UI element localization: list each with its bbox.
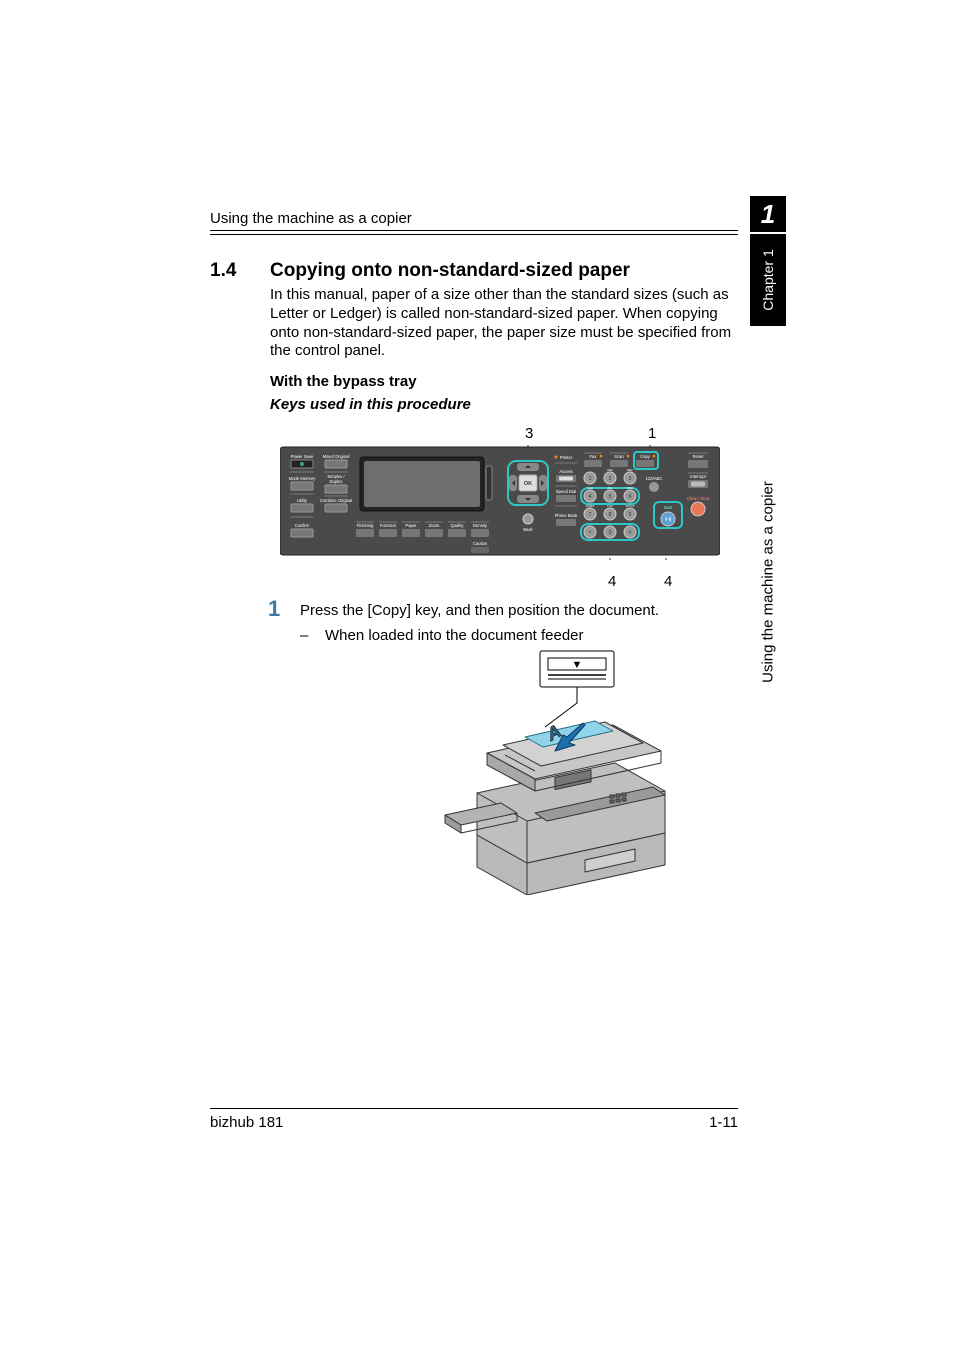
svg-text:Finishing: Finishing — [357, 523, 374, 528]
svg-text:0: 0 — [609, 530, 612, 536]
running-head-block: Using the machine as a copier — [210, 210, 738, 235]
running-head-text: Using the machine as a copier — [210, 210, 738, 227]
svg-text:2: 2 — [609, 476, 612, 482]
label-access: Access — [559, 469, 573, 474]
label-start: Start — [664, 505, 674, 510]
label-interrupt: Interrupt — [690, 474, 706, 479]
svg-text:Duplex: Duplex — [329, 479, 343, 484]
section-number: 1.4 — [210, 260, 236, 282]
svg-text:7: 7 — [589, 512, 592, 518]
section-title: Copying onto non-standard-sized paper — [270, 260, 630, 282]
svg-text:Paper: Paper — [405, 523, 417, 528]
callout-4b: 4 — [664, 573, 672, 590]
label-phone-book: Phone Book — [555, 513, 579, 518]
label-utility: Utility — [297, 498, 308, 503]
label-mode-memory: Mode Memory — [289, 476, 317, 481]
svg-text:#: # — [629, 530, 632, 536]
svg-text:6: 6 — [629, 494, 632, 500]
chapter-side-tab: Chapter 1 — [750, 234, 786, 326]
svg-text:ABC: ABC — [607, 468, 614, 472]
svg-text:WXYZ: WXYZ — [626, 504, 635, 508]
svg-text:TUV: TUV — [607, 504, 613, 508]
svg-text:3: 3 — [629, 476, 632, 482]
svg-text:9: 9 — [629, 512, 632, 518]
label-power-save: Power Save — [291, 454, 314, 459]
label-confirm: Confirm — [295, 523, 310, 528]
label-fax: Fax — [590, 454, 598, 459]
page: Using the machine as a copier 1 Chapter … — [0, 0, 954, 1350]
chapter-number-tab: 1 — [750, 196, 786, 232]
label-copy: Copy — [640, 454, 651, 459]
svg-text:MNO: MNO — [627, 486, 635, 490]
label-printer: Printer — [560, 455, 573, 460]
btn-density: Density — [471, 523, 489, 537]
section-side-label: Using the machine as a copier — [750, 332, 786, 582]
step-1-text: Press the [Copy] key, and then position … — [300, 602, 659, 619]
label-back: Back — [523, 527, 533, 532]
footer-rule — [210, 1108, 738, 1109]
document-feeder-illustration: ▼ — [435, 645, 695, 895]
keypad: 1 2 ABC 3 DEF 4 GHI 5 JKL 6 MNO 7 PQRS 8… — [581, 468, 639, 540]
btn-quality: Quality — [448, 523, 466, 537]
label-combine-original: Combine Original — [320, 498, 352, 503]
subheading-bypass: With the bypass tray — [270, 373, 417, 390]
label-scan: Scan — [614, 454, 624, 459]
control-panel-illustration: Power Save Mode Memory Utility Confirm M… — [280, 445, 720, 560]
svg-text:PQRS: PQRS — [586, 504, 595, 508]
svg-text:5: 5 — [609, 494, 612, 500]
svg-text:8: 8 — [609, 512, 612, 518]
label-clear-stop: Clear / Stop — [687, 496, 710, 501]
callout-3: 3 — [525, 425, 533, 442]
subheading-keys: Keys used in this procedure — [270, 396, 471, 413]
step-1-sub-text: When loaded into the document feeder — [325, 627, 584, 644]
header-rule — [210, 230, 738, 235]
svg-text:DEF: DEF — [627, 468, 633, 472]
label-caution: Caution — [473, 541, 488, 546]
dash: – — [300, 627, 308, 644]
svg-text:4: 4 — [589, 494, 592, 500]
ok-label: OK — [524, 481, 532, 487]
label-reset: Reset — [693, 454, 705, 459]
callout-4a: 4 — [608, 573, 616, 590]
chapter-side-tab-text: Chapter 1 — [760, 249, 776, 310]
section-intro: In this manual, paper of a size other th… — [270, 286, 735, 361]
label-123abc: 123/ABC — [646, 476, 663, 481]
step-1-number: 1 — [268, 596, 280, 622]
svg-text:JKL: JKL — [607, 486, 613, 490]
svg-text:1: 1 — [589, 476, 592, 482]
svg-text:Density: Density — [473, 523, 488, 528]
footer-page-number: 1-11 — [709, 1114, 738, 1131]
btn-function: Function — [379, 523, 397, 537]
svg-text:Function: Function — [380, 523, 397, 528]
svg-text:Quality: Quality — [450, 523, 464, 528]
step-1-sub: – When loaded into the document feeder — [300, 627, 584, 644]
callout-1: 1 — [648, 425, 656, 442]
svg-text:GHI: GHI — [587, 486, 593, 490]
label-speed-dial: Speed Dial — [556, 489, 577, 494]
footer-model: bizhub 181 — [210, 1114, 283, 1131]
feeder-arrow-marker: ▼ — [572, 659, 583, 671]
label-mixed-original: Mixed Original — [323, 454, 350, 459]
btn-finishing: Finishing — [356, 523, 374, 537]
svg-text:Zoom: Zoom — [429, 523, 440, 528]
section-side-label-text: Using the machine as a copier — [760, 481, 777, 683]
